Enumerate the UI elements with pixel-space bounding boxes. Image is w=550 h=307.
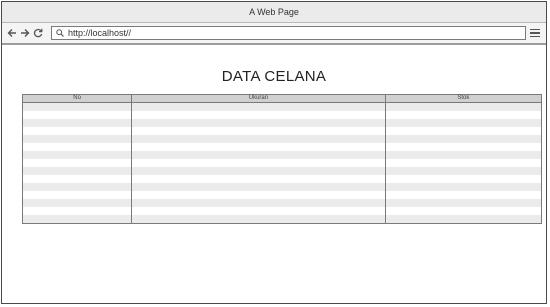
table-row xyxy=(22,167,542,175)
table-cell xyxy=(385,175,542,183)
table-cell xyxy=(22,207,133,215)
table-cell xyxy=(22,159,133,167)
table-cell xyxy=(22,102,133,111)
table-cell xyxy=(131,159,386,167)
table-cell xyxy=(385,135,542,143)
table-cell xyxy=(131,143,386,151)
table-row xyxy=(22,127,542,135)
table-header-row: No Ukuran Stok xyxy=(22,94,542,103)
forward-arrow-icon[interactable] xyxy=(19,26,31,40)
table-cell xyxy=(22,167,133,175)
table-cell xyxy=(131,207,386,215)
table-row xyxy=(22,119,542,127)
table-row xyxy=(22,102,542,111)
table-cell xyxy=(385,119,542,127)
table-row xyxy=(22,143,542,151)
table-cell xyxy=(385,167,542,175)
table-cell xyxy=(131,135,386,143)
url-text: http://localhost// xyxy=(68,28,132,38)
table-cell xyxy=(385,199,542,207)
table-cell xyxy=(131,175,386,183)
table-cell xyxy=(385,183,542,191)
table-cell xyxy=(385,159,542,167)
column-header-ukuran: Ukuran xyxy=(131,94,386,103)
hamburger-menu-icon[interactable] xyxy=(530,26,542,40)
table-cell xyxy=(22,151,133,159)
data-table: No Ukuran Stok xyxy=(22,94,542,224)
table-cell xyxy=(131,183,386,191)
window-title: A Web Page xyxy=(249,7,299,17)
table-cell xyxy=(22,143,133,151)
table-row xyxy=(22,151,542,159)
page-title: DATA CELANA xyxy=(221,68,327,85)
reload-icon[interactable] xyxy=(32,26,44,40)
table-row xyxy=(22,191,542,199)
table-row xyxy=(22,159,542,167)
table-body xyxy=(22,102,542,224)
column-header-stok: Stok xyxy=(385,94,542,103)
table-cell xyxy=(131,102,386,111)
table-cell xyxy=(22,215,133,224)
browser-window: A Web Page http://localhost// DATA CELAN… xyxy=(1,1,547,304)
search-icon xyxy=(56,29,64,37)
table-cell xyxy=(385,215,542,224)
table-row xyxy=(22,135,542,143)
table-cell xyxy=(22,111,133,119)
address-bar[interactable]: http://localhost// xyxy=(51,26,526,40)
table-cell xyxy=(22,191,133,199)
table-cell xyxy=(22,183,133,191)
table-row xyxy=(22,111,542,119)
table-row xyxy=(22,183,542,191)
table-cell xyxy=(22,127,133,135)
column-header-no: No xyxy=(22,94,133,103)
browser-toolbar: http://localhost// xyxy=(2,23,546,45)
table-cell xyxy=(385,111,542,119)
table-row xyxy=(22,207,542,215)
table-cell xyxy=(22,135,133,143)
table-cell xyxy=(22,119,133,127)
table-cell xyxy=(131,119,386,127)
table-cell xyxy=(131,167,386,175)
table-cell xyxy=(131,151,386,159)
table-cell xyxy=(131,127,386,135)
table-row xyxy=(22,199,542,207)
table-cell xyxy=(385,102,542,111)
table-cell xyxy=(131,191,386,199)
table-cell xyxy=(22,199,133,207)
table-cell xyxy=(385,207,542,215)
title-bar: A Web Page xyxy=(2,2,546,23)
table-cell xyxy=(131,111,386,119)
table-cell xyxy=(22,175,133,183)
table-cell xyxy=(385,151,542,159)
table-cell xyxy=(131,215,386,224)
table-row xyxy=(22,215,542,224)
table-cell xyxy=(385,127,542,135)
table-row xyxy=(22,175,542,183)
back-arrow-icon[interactable] xyxy=(6,26,18,40)
table-cell xyxy=(131,199,386,207)
table-cell xyxy=(385,191,542,199)
page-content: DATA CELANA No Ukuran Stok xyxy=(2,45,546,303)
table-cell xyxy=(385,143,542,151)
